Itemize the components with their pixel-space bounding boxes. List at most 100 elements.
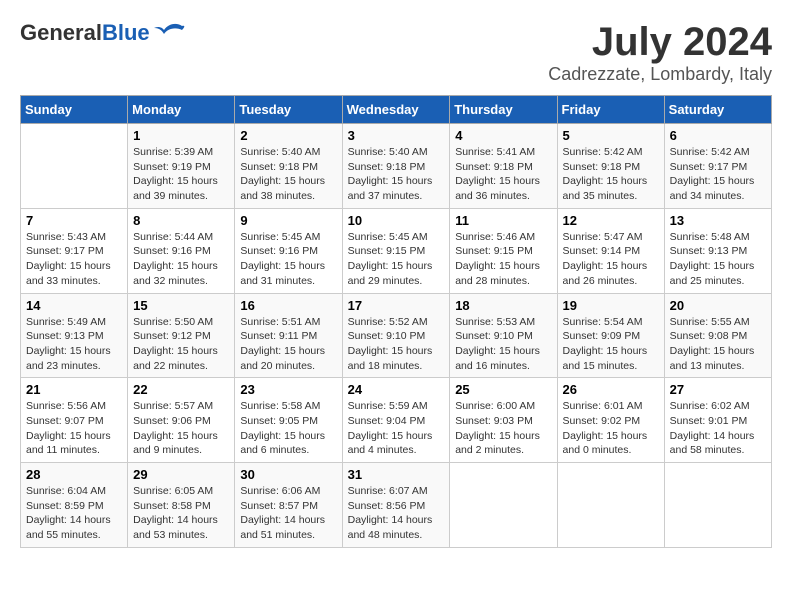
- day-number: 30: [240, 467, 336, 482]
- day-number: 1: [133, 128, 229, 143]
- day-number: 7: [26, 213, 122, 228]
- day-number: 3: [348, 128, 445, 143]
- calendar-cell: 18 Sunrise: 5:53 AMSunset: 9:10 PMDayligh…: [450, 293, 557, 378]
- day-number: 25: [455, 382, 551, 397]
- day-info: Sunrise: 5:52 AMSunset: 9:10 PMDaylight:…: [348, 315, 445, 374]
- day-number: 22: [133, 382, 229, 397]
- calendar-col-header: Wednesday: [342, 96, 450, 124]
- day-number: 6: [670, 128, 766, 143]
- day-info: Sunrise: 5:56 AMSunset: 9:07 PMDaylight:…: [26, 399, 122, 458]
- day-number: 4: [455, 128, 551, 143]
- day-number: 26: [563, 382, 659, 397]
- calendar-cell: 12 Sunrise: 5:47 AMSunset: 9:14 PMDayligh…: [557, 208, 664, 293]
- day-number: 14: [26, 298, 122, 313]
- calendar-cell: 26 Sunrise: 6:01 AMSunset: 9:02 PMDayligh…: [557, 378, 664, 463]
- day-info: Sunrise: 5:41 AMSunset: 9:18 PMDaylight:…: [455, 145, 551, 204]
- calendar-cell: [450, 463, 557, 548]
- day-info: Sunrise: 5:43 AMSunset: 9:17 PMDaylight:…: [26, 230, 122, 289]
- calendar-cell: 20 Sunrise: 5:55 AMSunset: 9:08 PMDayligh…: [664, 293, 771, 378]
- day-info: Sunrise: 5:58 AMSunset: 9:05 PMDaylight:…: [240, 399, 336, 458]
- calendar-cell: 3 Sunrise: 5:40 AMSunset: 9:18 PMDaylight…: [342, 124, 450, 209]
- day-info: Sunrise: 5:51 AMSunset: 9:11 PMDaylight:…: [240, 315, 336, 374]
- day-number: 19: [563, 298, 659, 313]
- day-number: 28: [26, 467, 122, 482]
- calendar-cell: 29Sunrise: 6:05 AMSunset: 8:58 PMDayligh…: [128, 463, 235, 548]
- page-title: July 2024: [548, 20, 772, 64]
- calendar-cell: 22 Sunrise: 5:57 AMSunset: 9:06 PMDayligh…: [128, 378, 235, 463]
- calendar-cell: 23Sunrise: 5:58 AMSunset: 9:05 PMDayligh…: [235, 378, 342, 463]
- day-info: Sunrise: 5:39 AMSunset: 9:19 PMDaylight:…: [133, 145, 229, 204]
- calendar-cell: 4 Sunrise: 5:41 AMSunset: 9:18 PMDaylight…: [450, 124, 557, 209]
- day-number: 8: [133, 213, 229, 228]
- calendar-cell: 24Sunrise: 5:59 AMSunset: 9:04 PMDayligh…: [342, 378, 450, 463]
- day-info: Sunrise: 5:59 AMSunset: 9:04 PMDaylight:…: [348, 399, 445, 458]
- calendar-cell: 7 Sunrise: 5:43 AMSunset: 9:17 PMDaylight…: [21, 208, 128, 293]
- day-info: Sunrise: 5:48 AMSunset: 9:13 PMDaylight:…: [670, 230, 766, 289]
- day-info: Sunrise: 6:04 AMSunset: 8:59 PMDaylight:…: [26, 484, 122, 543]
- calendar-cell: 27 Sunrise: 6:02 AMSunset: 9:01 PMDayligh…: [664, 378, 771, 463]
- day-info: Sunrise: 5:40 AMSunset: 9:18 PMDaylight:…: [348, 145, 445, 204]
- day-info: Sunrise: 5:40 AMSunset: 9:18 PMDaylight:…: [240, 145, 336, 204]
- day-number: 10: [348, 213, 445, 228]
- day-number: 27: [670, 382, 766, 397]
- day-info: Sunrise: 5:42 AMSunset: 9:18 PMDaylight:…: [563, 145, 659, 204]
- day-info: Sunrise: 5:45 AMSunset: 9:16 PMDaylight:…: [240, 230, 336, 289]
- calendar-cell: 13 Sunrise: 5:48 AMSunset: 9:13 PMDayligh…: [664, 208, 771, 293]
- calendar-cell: 5 Sunrise: 5:42 AMSunset: 9:18 PMDaylight…: [557, 124, 664, 209]
- day-number: 15: [133, 298, 229, 313]
- calendar-table: SundayMondayTuesdayWednesdayThursdayFrid…: [20, 95, 772, 548]
- day-info: Sunrise: 5:54 AMSunset: 9:09 PMDaylight:…: [563, 315, 659, 374]
- day-info: Sunrise: 5:57 AMSunset: 9:06 PMDaylight:…: [133, 399, 229, 458]
- day-info: Sunrise: 5:44 AMSunset: 9:16 PMDaylight:…: [133, 230, 229, 289]
- calendar-cell: 30 Sunrise: 6:06 AMSunset: 8:57 PMDayligh…: [235, 463, 342, 548]
- calendar-cell: 10 Sunrise: 5:45 AMSunset: 9:15 PMDayligh…: [342, 208, 450, 293]
- calendar-cell: 2Sunrise: 5:40 AMSunset: 9:18 PMDaylight…: [235, 124, 342, 209]
- day-number: 12: [563, 213, 659, 228]
- day-number: 20: [670, 298, 766, 313]
- day-info: Sunrise: 5:47 AMSunset: 9:14 PMDaylight:…: [563, 230, 659, 289]
- day-number: 5: [563, 128, 659, 143]
- calendar-cell: 19 Sunrise: 5:54 AMSunset: 9:09 PMDayligh…: [557, 293, 664, 378]
- calendar-cell: 1 Sunrise: 5:39 AMSunset: 9:19 PMDaylight…: [128, 124, 235, 209]
- calendar-cell: 21Sunrise: 5:56 AMSunset: 9:07 PMDayligh…: [21, 378, 128, 463]
- day-number: 16: [240, 298, 336, 313]
- logo: GeneralBlue: [20, 20, 186, 46]
- day-info: Sunrise: 6:05 AMSunset: 8:58 PMDaylight:…: [133, 484, 229, 543]
- calendar-week-row: 21Sunrise: 5:56 AMSunset: 9:07 PMDayligh…: [21, 378, 772, 463]
- day-info: Sunrise: 6:02 AMSunset: 9:01 PMDaylight:…: [670, 399, 766, 458]
- calendar-cell: 16 Sunrise: 5:51 AMSunset: 9:11 PMDayligh…: [235, 293, 342, 378]
- day-number: 13: [670, 213, 766, 228]
- day-info: Sunrise: 6:00 AMSunset: 9:03 PMDaylight:…: [455, 399, 551, 458]
- day-info: Sunrise: 5:53 AMSunset: 9:10 PMDaylight:…: [455, 315, 551, 374]
- calendar-col-header: Saturday: [664, 96, 771, 124]
- page-subtitle: Cadrezzate, Lombardy, Italy: [548, 64, 772, 85]
- day-info: Sunrise: 5:55 AMSunset: 9:08 PMDaylight:…: [670, 315, 766, 374]
- calendar-header-row: SundayMondayTuesdayWednesdayThursdayFrid…: [21, 96, 772, 124]
- calendar-cell: 8 Sunrise: 5:44 AMSunset: 9:16 PMDaylight…: [128, 208, 235, 293]
- calendar-cell: 6 Sunrise: 5:42 AMSunset: 9:17 PMDaylight…: [664, 124, 771, 209]
- calendar-cell: 11Sunrise: 5:46 AMSunset: 9:15 PMDayligh…: [450, 208, 557, 293]
- header: GeneralBlue July 2024 Cadrezzate, Lombar…: [20, 20, 772, 85]
- calendar-col-header: Monday: [128, 96, 235, 124]
- calendar-cell: 31Sunrise: 6:07 AMSunset: 8:56 PMDayligh…: [342, 463, 450, 548]
- day-info: Sunrise: 6:01 AMSunset: 9:02 PMDaylight:…: [563, 399, 659, 458]
- calendar-week-row: 7 Sunrise: 5:43 AMSunset: 9:17 PMDaylight…: [21, 208, 772, 293]
- calendar-week-row: 1 Sunrise: 5:39 AMSunset: 9:19 PMDaylight…: [21, 124, 772, 209]
- day-number: 18: [455, 298, 551, 313]
- calendar-cell: 25 Sunrise: 6:00 AMSunset: 9:03 PMDayligh…: [450, 378, 557, 463]
- calendar-cell: 17Sunrise: 5:52 AMSunset: 9:10 PMDayligh…: [342, 293, 450, 378]
- day-number: 11: [455, 213, 551, 228]
- calendar-week-row: 14 Sunrise: 5:49 AMSunset: 9:13 PMDayligh…: [21, 293, 772, 378]
- day-number: 9: [240, 213, 336, 228]
- day-number: 31: [348, 467, 445, 482]
- calendar-cell: 15Sunrise: 5:50 AMSunset: 9:12 PMDayligh…: [128, 293, 235, 378]
- day-info: Sunrise: 5:45 AMSunset: 9:15 PMDaylight:…: [348, 230, 445, 289]
- day-info: Sunrise: 6:06 AMSunset: 8:57 PMDaylight:…: [240, 484, 336, 543]
- title-section: July 2024 Cadrezzate, Lombardy, Italy: [548, 20, 772, 85]
- calendar-cell: [557, 463, 664, 548]
- logo-bird-icon: [154, 22, 186, 44]
- calendar-col-header: Tuesday: [235, 96, 342, 124]
- day-info: Sunrise: 5:42 AMSunset: 9:17 PMDaylight:…: [670, 145, 766, 204]
- day-info: Sunrise: 5:49 AMSunset: 9:13 PMDaylight:…: [26, 315, 122, 374]
- calendar-col-header: Sunday: [21, 96, 128, 124]
